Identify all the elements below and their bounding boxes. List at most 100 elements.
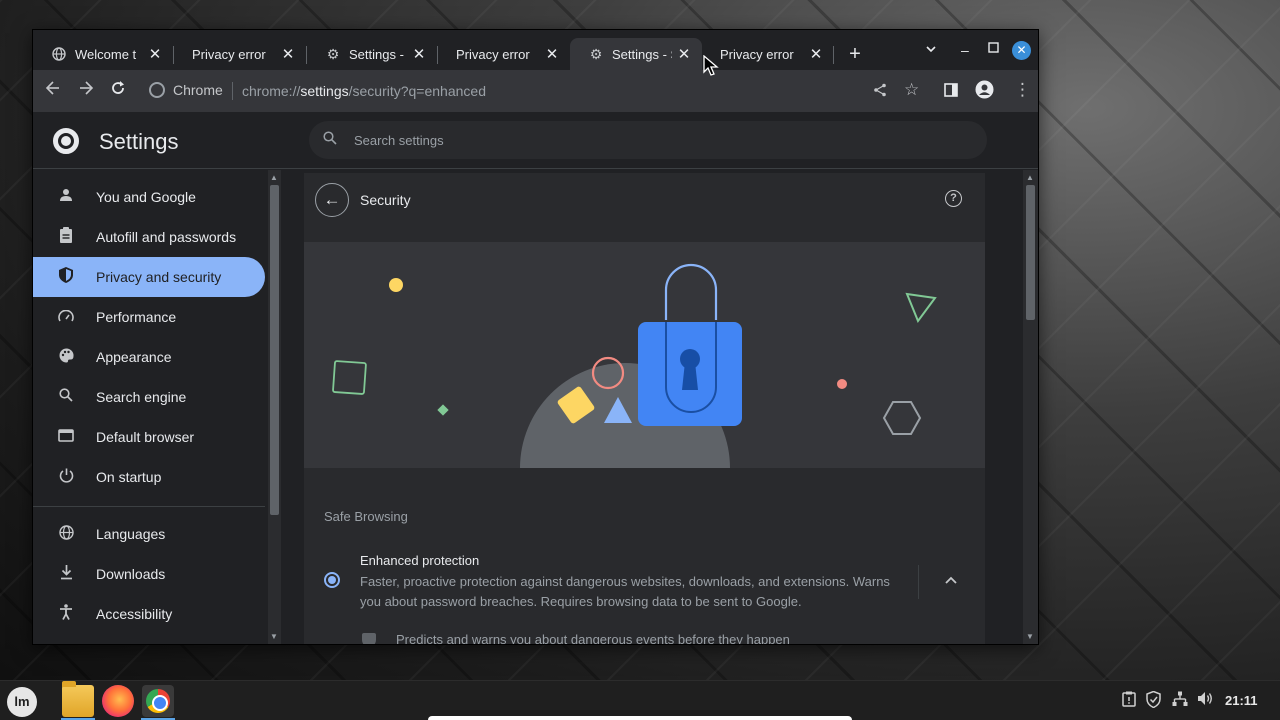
sidebar-item-label: Privacy and security	[96, 269, 222, 285]
profile-avatar-icon[interactable]	[975, 80, 994, 104]
scroll-down-icon[interactable]: ▼	[1026, 632, 1034, 641]
window-close-button[interactable]: ✕	[1012, 41, 1031, 60]
tab-title: Welcome t	[75, 46, 137, 62]
sidebar-item-label: Downloads	[96, 566, 166, 582]
sidebar-item-languages[interactable]: Languages	[33, 514, 265, 554]
site-info-chip[interactable]: Chrome	[149, 82, 223, 98]
scroll-up-icon[interactable]: ▲	[270, 173, 278, 182]
back-arrow-icon[interactable]	[45, 80, 61, 101]
site-label: Chrome	[173, 82, 223, 98]
close-icon[interactable]: ✕	[411, 45, 427, 63]
tab-privacy-error-3[interactable]: Privacy error ✕	[702, 38, 834, 70]
tab-privacy-error-1[interactable]: Privacy error ✕	[174, 38, 306, 70]
taskbar: lm 21:11	[0, 680, 1280, 720]
sidebar-scrollbar[interactable]: ▲ ▼	[268, 170, 281, 644]
address-bar[interactable]: chrome://settings/security?q=enhanced	[242, 83, 486, 99]
network-icon[interactable]	[1172, 691, 1188, 711]
firefox-icon[interactable]	[102, 685, 134, 717]
section-title-safe-browsing: Safe Browsing	[324, 509, 408, 524]
security-card: ← Security ? Safe Browsing Enhanced prot…	[304, 173, 985, 644]
forward-arrow-icon[interactable]	[78, 80, 94, 101]
share-icon[interactable]	[873, 82, 887, 102]
shield-icon	[362, 633, 376, 644]
sidebar-item-autofill[interactable]: Autofill and passwords	[33, 217, 265, 257]
close-icon[interactable]: ✕	[147, 45, 163, 63]
sidebar-item-performance[interactable]: Performance	[33, 297, 265, 337]
sidebar-item-label: Search engine	[96, 389, 187, 405]
help-icon[interactable]: ?	[945, 190, 962, 207]
omnibox-divider	[232, 82, 233, 100]
start-menu-button[interactable]: lm	[7, 687, 37, 717]
scroll-up-icon[interactable]: ▲	[1026, 173, 1034, 182]
minimize-button[interactable]: –	[961, 42, 969, 58]
close-icon[interactable]: ✕	[676, 45, 692, 63]
files-icon[interactable]	[62, 681, 94, 717]
clock[interactable]: 21:11	[1225, 693, 1258, 708]
sidebar-item-default-browser[interactable]: Default browser	[33, 417, 265, 457]
accessibility-icon	[56, 604, 76, 624]
tab-title: Privacy error	[192, 46, 266, 62]
tab-title: Privacy error	[456, 46, 530, 62]
tab-welcome[interactable]: Welcome t ✕	[33, 38, 173, 70]
clipboard-icon[interactable]	[1122, 691, 1136, 711]
settings-sidebar: You and Google Autofill and passwords Pr…	[33, 170, 268, 644]
sidebar-item-privacy-security[interactable]: Privacy and security	[33, 257, 265, 297]
sidebar-item-label: On startup	[96, 469, 162, 485]
bookmark-star-icon[interactable]: ☆	[904, 80, 919, 100]
reload-icon[interactable]	[110, 80, 126, 101]
settings-title: Settings	[99, 129, 179, 154]
sidebar-item-you-and-google[interactable]: You and Google	[33, 177, 265, 217]
url-host: settings	[300, 83, 349, 99]
close-icon[interactable]: ✕	[544, 45, 560, 63]
tab-search-icon[interactable]	[925, 42, 937, 58]
url-path: /security?q=enhanced	[348, 83, 486, 99]
tab-title: Settings - S	[349, 46, 407, 62]
volume-icon[interactable]	[1197, 691, 1214, 710]
tab-title: Settings - S	[612, 46, 672, 62]
globe-icon	[51, 46, 67, 62]
speedometer-icon	[56, 309, 76, 326]
side-panel-icon[interactable]	[944, 82, 958, 102]
chrome-logo-icon	[53, 128, 79, 154]
tab-settings-active[interactable]: ⚙ Settings - S ✕	[570, 38, 702, 70]
sidebar-item-downloads[interactable]: Downloads	[33, 554, 265, 594]
mouse-cursor-icon	[703, 55, 719, 76]
tab-title: Privacy error	[720, 46, 794, 62]
close-icon[interactable]: ✕	[808, 45, 824, 63]
scroll-down-icon[interactable]: ▼	[270, 632, 278, 641]
chevron-up-icon[interactable]	[945, 571, 957, 587]
settings-search[interactable]	[309, 121, 987, 159]
scrollbar-thumb[interactable]	[270, 185, 279, 515]
sidebar-item-label: Accessibility	[96, 606, 173, 622]
sidebar-item-label: Appearance	[96, 349, 172, 365]
settings-main: ← Security ? Safe Browsing Enhanced prot…	[281, 170, 1026, 644]
browser-icon	[56, 428, 76, 446]
maximize-button[interactable]	[988, 40, 999, 56]
clipboard-icon	[56, 227, 76, 247]
sidebar-item-appearance[interactable]: Appearance	[33, 337, 265, 377]
chrome-icon[interactable]	[142, 685, 174, 717]
more-menu-icon[interactable]: ⋮	[1014, 80, 1031, 100]
option-description: Faster, proactive protection against dan…	[360, 574, 890, 609]
new-tab-button[interactable]: +	[845, 43, 865, 66]
tab-strip: Welcome t ✕ Privacy error ✕ ⚙ Settings -…	[33, 30, 1038, 70]
search-icon	[56, 388, 76, 406]
notification-bar	[428, 716, 852, 720]
sidebar-item-search-engine[interactable]: Search engine	[33, 377, 265, 417]
sidebar-item-on-startup[interactable]: On startup	[33, 457, 265, 497]
chrome-icon	[149, 82, 165, 98]
tab-settings-1[interactable]: ⚙ Settings - S ✕	[307, 38, 437, 70]
sidebar-item-accessibility[interactable]: Accessibility	[33, 594, 265, 634]
scrollbar-thumb[interactable]	[1026, 185, 1035, 320]
enhanced-protection-radio[interactable]	[324, 572, 340, 588]
sidebar-item-label: Performance	[96, 309, 177, 325]
shield-icon[interactable]	[1146, 690, 1161, 712]
close-icon[interactable]: ✕	[280, 45, 296, 63]
main-scrollbar[interactable]: ▲ ▼	[1023, 170, 1038, 644]
back-button[interactable]: ←	[315, 183, 349, 217]
search-input[interactable]	[354, 121, 954, 159]
tab-privacy-error-2[interactable]: Privacy error ✕	[438, 38, 570, 70]
palette-icon	[56, 347, 76, 367]
sidebar-item-label: Default browser	[96, 429, 195, 445]
search-icon	[323, 131, 337, 149]
